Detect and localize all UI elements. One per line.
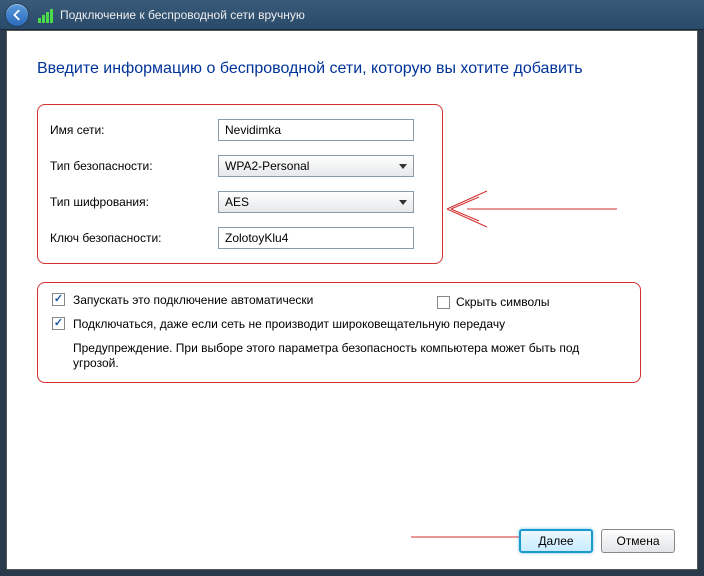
security-type-select[interactable]: WPA2-Personal (218, 155, 414, 177)
encryption-type-label: Тип шифрования: (50, 195, 218, 209)
hide-characters-label: Скрыть символы (456, 295, 550, 309)
ssid-input[interactable] (218, 119, 414, 141)
window-title: Подключение к беспроводной сети вручную (60, 8, 305, 22)
button-footer: Далее Отмена (519, 529, 675, 553)
options-area: Запускать это подключение автоматически … (37, 282, 641, 383)
wifi-icon (38, 7, 54, 23)
encryption-type-select[interactable]: AES (218, 191, 414, 213)
security-type-label: Тип безопасности: (50, 159, 218, 173)
next-button[interactable]: Далее (519, 529, 593, 553)
title-bar: Подключение к беспроводной сети вручную (0, 0, 704, 30)
warning-text: Предупреждение. При выборе этого парамет… (73, 341, 626, 372)
network-form: Имя сети: Тип безопасности: WPA2-Persona… (37, 104, 443, 264)
connect-hidden-label: Подключаться, даже если сеть не производ… (73, 317, 505, 331)
hide-characters-checkbox[interactable] (437, 296, 450, 309)
auto-connect-label: Запускать это подключение автоматически (73, 293, 313, 307)
security-key-input[interactable] (218, 227, 414, 249)
security-key-label: Ключ безопасности: (50, 231, 218, 245)
cancel-button[interactable]: Отмена (601, 529, 675, 553)
page-heading: Введите информацию о беспроводной сети, … (37, 59, 667, 80)
connect-hidden-checkbox[interactable] (52, 317, 65, 330)
hide-characters-row: Скрыть символы (437, 295, 550, 309)
wizard-window: Введите информацию о беспроводной сети, … (6, 30, 698, 570)
annotation-arrow-icon (437, 179, 617, 239)
back-button[interactable] (6, 4, 28, 26)
arrow-left-icon (10, 8, 24, 22)
auto-connect-checkbox[interactable] (52, 293, 65, 306)
ssid-label: Имя сети: (50, 123, 218, 137)
